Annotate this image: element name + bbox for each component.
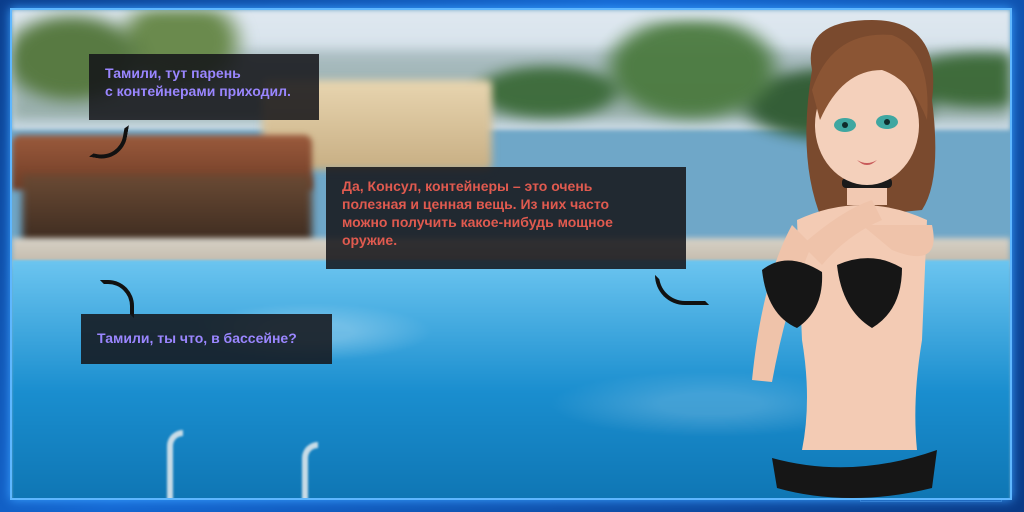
dialogue-text: Да, Консул, контейнеры – это очень полез… [342,178,613,248]
dialogue-bubble-consul-2: Тамили, ты что, в бассейне? [81,314,332,364]
character-tamili [752,20,937,498]
pool-ladder-rail [302,442,318,498]
dialogue-text: Тамили, тут парень с контейнерами приход… [105,65,291,99]
pavilion [22,175,312,245]
pool-ladder-rail [167,430,183,498]
dialogue-text: Тамили, ты что, в бассейне? [97,330,297,346]
dialogue-bubble-consul-1: Тамили, тут парень с контейнерами приход… [89,54,319,120]
dialogue-bubble-tamili: Да, Консул, контейнеры – это очень полез… [326,167,686,269]
